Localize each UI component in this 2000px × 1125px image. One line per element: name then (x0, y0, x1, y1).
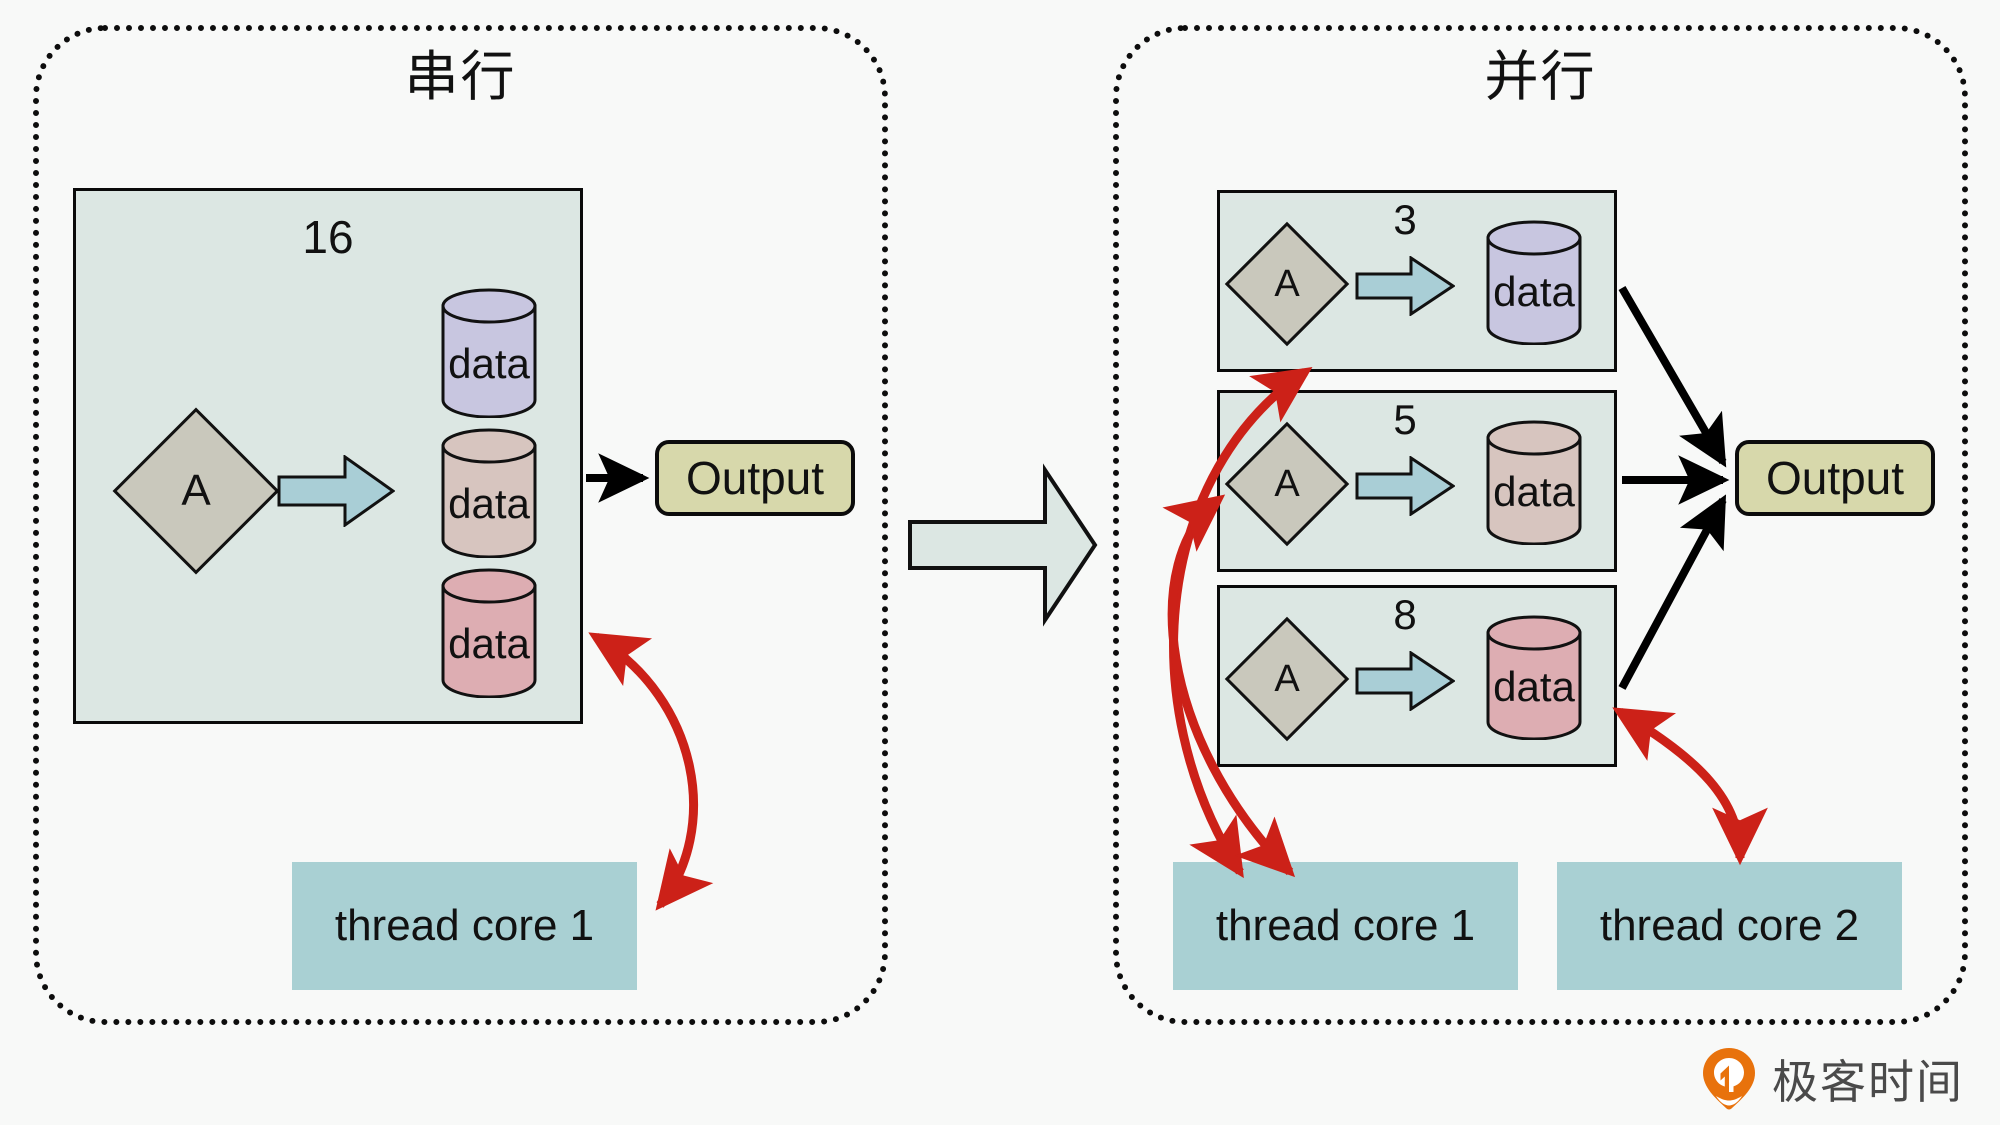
parallel-thread-core-2: thread core 2 (1557, 862, 1902, 990)
serial-process-label: A (181, 466, 211, 515)
parallel-datastore-2: data (1485, 420, 1583, 545)
parallel-count-label-3: 8 (1393, 591, 1417, 638)
parallel-datastore-1: data (1485, 220, 1583, 345)
parallel-process-label-2: A (1274, 462, 1300, 505)
parallel-datastore-3: data (1485, 615, 1583, 740)
brand-logo: 极客时间 (1700, 1046, 1964, 1112)
parallel-process-label-3: A (1274, 657, 1300, 700)
panel-parallel-title: 并行 (1484, 47, 1597, 107)
geektime-pin-icon (1703, 1048, 1755, 1110)
serial-output-box: Output (655, 440, 855, 516)
parallel-process-label-1: A (1274, 262, 1300, 305)
serial-count-label: 16 (302, 211, 354, 263)
serial-thread-core-1: thread core 1 (292, 862, 637, 990)
serial-datastore-1: data (440, 288, 538, 418)
serial-flow-arrow (277, 455, 395, 527)
parallel-count-label-1: 3 (1393, 196, 1417, 243)
panel-serial-title: 串行 (404, 47, 517, 107)
brand-logo-text: 极客时间 (1772, 1055, 1964, 1109)
parallel-flow-arrow-2 (1355, 456, 1455, 516)
parallel-output-box: Output (1735, 440, 1935, 516)
parallel-thread-core-1: thread core 1 (1173, 862, 1518, 990)
serial-datastore-2: data (440, 428, 538, 558)
serial-datastore-3: data (440, 568, 538, 698)
transition-big-arrow (908, 463, 1098, 627)
parallel-flow-arrow-1 (1355, 256, 1455, 316)
parallel-count-label-2: 5 (1393, 396, 1417, 443)
diagram-canvas: 串行 16 A data data data Output thread cor… (0, 0, 2000, 1125)
parallel-flow-arrow-3 (1355, 651, 1455, 711)
